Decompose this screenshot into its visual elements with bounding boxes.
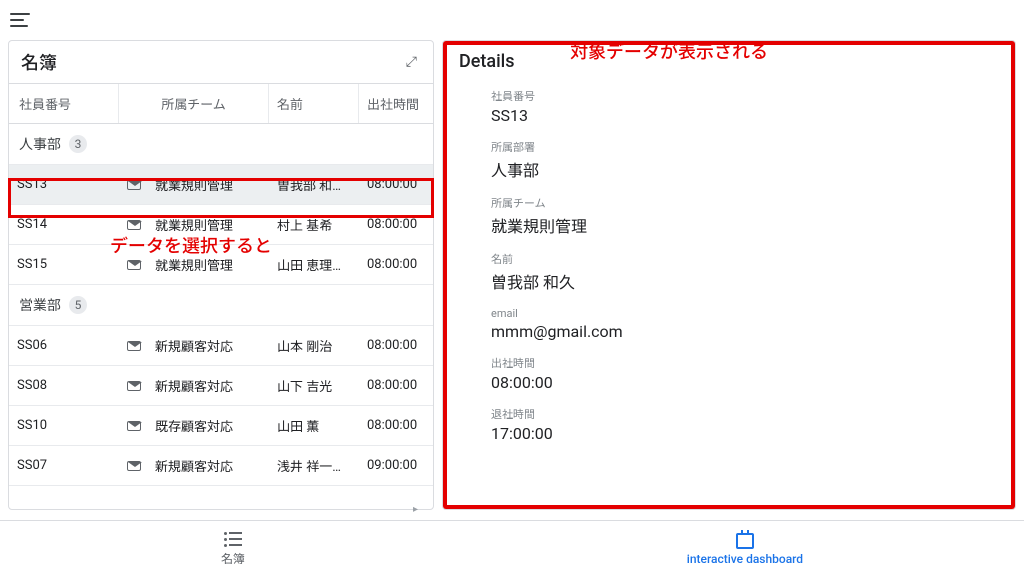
cell-team: 新規顧客対応 <box>119 366 269 405</box>
group-row[interactable]: 営業部 5 <box>9 285 433 326</box>
cell-name: 山下 吉光 <box>269 366 359 405</box>
scroll-hint-icon <box>413 497 427 507</box>
field-value: SS13 <box>491 106 999 125</box>
group-row[interactable]: 人事部 3 <box>9 124 433 165</box>
col-id[interactable]: 社員番号 <box>9 84 119 123</box>
detail-field: 退社時間 17:00:00 <box>491 406 999 443</box>
table-row[interactable]: SS15就業規則管理山田 恵理…08:00:00 <box>9 245 433 285</box>
cell-name: 山田 恵理… <box>269 245 359 284</box>
details-panel: Details 社員番号 SS13 所属部署人事部所属チーム就業規則管理名前曽我部 … <box>442 40 1016 510</box>
cell-name: 山本 剛治 <box>269 326 359 365</box>
mail-icon <box>127 220 141 230</box>
detail-field: 所属チーム就業規則管理 <box>491 195 999 237</box>
cell-time: 08:00:00 <box>359 167 433 202</box>
cell-id: SS13 <box>9 167 119 202</box>
cell-team: 新規顧客対応 <box>119 326 269 365</box>
top-bar <box>0 0 1024 40</box>
cell-team: 就業規則管理 <box>119 245 269 284</box>
field-label: 所属チーム <box>491 195 999 211</box>
table-row[interactable]: SS06新規顧客対応山本 剛治08:00:00 <box>9 326 433 366</box>
expand-icon[interactable]: ⤢ <box>402 52 421 72</box>
mail-icon <box>127 180 141 190</box>
details-fields: 社員番号 SS13 所属部署人事部所属チーム就業規則管理名前曽我部 和久 email m… <box>459 88 999 443</box>
detail-field: 所属部署人事部 <box>491 139 999 181</box>
group-count-badge: 3 <box>69 135 87 153</box>
menu-icon[interactable] <box>10 13 30 27</box>
table-row[interactable]: SS10既存顧客対応山田 薫08:00:00 <box>9 406 433 446</box>
nav-dashboard-label: interactive dashboard <box>687 552 803 566</box>
field-label: 所属部署 <box>491 139 999 155</box>
roster-panel: 名簿 ⤢ 社員番号 所属チーム 名前 出社時間 人事部3SS13就業規則管理曽我… <box>8 40 434 510</box>
cell-time: 08:00:00 <box>359 408 433 443</box>
cell-time: 08:00:00 <box>359 207 433 242</box>
cell-id: SS07 <box>9 448 119 483</box>
cell-id: SS08 <box>9 368 119 403</box>
mail-icon <box>127 381 141 391</box>
col-name[interactable]: 名前 <box>269 84 359 123</box>
cell-time: 08:00:00 <box>359 368 433 403</box>
table-row[interactable]: SS13就業規則管理曽我部 和…08:00:00 <box>9 165 433 205</box>
cell-id: SS06 <box>9 328 119 363</box>
nav-roster-label: 名簿 <box>221 550 245 567</box>
detail-field: 出社時間 08:00:00 <box>491 355 999 392</box>
column-headers: 社員番号 所属チーム 名前 出社時間 <box>9 84 433 124</box>
field-value: 人事部 <box>491 157 999 181</box>
cell-id: SS10 <box>9 408 119 443</box>
field-value: 就業規則管理 <box>491 213 999 237</box>
cell-name: 曽我部 和… <box>269 165 359 204</box>
group-count-badge: 5 <box>69 296 87 314</box>
cell-time: 08:00:00 <box>359 247 433 282</box>
cell-team: 就業規則管理 <box>119 205 269 244</box>
field-value: 08:00:00 <box>491 373 999 392</box>
field-value: 17:00:00 <box>491 424 999 443</box>
cell-name: 山田 薫 <box>269 406 359 445</box>
cell-team: 既存顧客対応 <box>119 406 269 445</box>
mail-icon <box>127 260 141 270</box>
group-label: 営業部 <box>19 295 61 315</box>
field-label: 出社時間 <box>491 355 999 371</box>
cell-name: 村上 基希 <box>269 205 359 244</box>
cell-id: SS15 <box>9 247 119 282</box>
cell-name: 浅井 祥一… <box>269 446 359 485</box>
content-area: 名簿 ⤢ 社員番号 所属チーム 名前 出社時間 人事部3SS13就業規則管理曽我… <box>0 40 1024 510</box>
field-label: email <box>491 307 999 320</box>
table-row[interactable]: SS14就業規則管理村上 基希08:00:00 <box>9 205 433 245</box>
calendar-icon <box>735 532 755 550</box>
cell-team: 新規顧客対応 <box>119 446 269 485</box>
cell-id: SS14 <box>9 207 119 242</box>
cell-time: 09:00:00 <box>359 448 433 483</box>
col-time[interactable]: 出社時間 <box>359 84 433 123</box>
detail-field: email mmm@gmail.com <box>491 307 999 341</box>
field-label: 退社時間 <box>491 406 999 422</box>
nav-roster[interactable]: 名簿 <box>221 530 245 567</box>
group-label: 人事部 <box>19 134 61 154</box>
roster-title: 名簿 <box>21 49 57 75</box>
detail-field: 社員番号 SS13 <box>491 88 999 125</box>
mail-icon <box>127 461 141 471</box>
cell-team: 就業規則管理 <box>119 165 269 204</box>
cell-time: 08:00:00 <box>359 328 433 363</box>
field-label: 名前 <box>491 251 999 267</box>
mail-icon <box>127 421 141 431</box>
nav-dashboard[interactable]: interactive dashboard <box>687 532 803 566</box>
field-value: 曽我部 和久 <box>491 269 999 293</box>
detail-field: 名前曽我部 和久 <box>491 251 999 293</box>
mail-icon <box>127 341 141 351</box>
roster-panel-header: 名簿 ⤢ <box>9 41 433 84</box>
field-label: 社員番号 <box>491 88 999 104</box>
table-row[interactable]: SS07新規顧客対応浅井 祥一…09:00:00 <box>9 446 433 486</box>
col-team[interactable]: 所属チーム <box>119 84 269 123</box>
table-row[interactable]: SS08新規顧客対応山下 吉光08:00:00 <box>9 366 433 406</box>
details-title: Details <box>459 51 999 72</box>
rows-container[interactable]: 人事部3SS13就業規則管理曽我部 和…08:00:00SS14就業規則管理村上… <box>9 124 433 509</box>
list-icon <box>223 530 243 548</box>
bottom-nav: 名簿 interactive dashboard <box>0 520 1024 576</box>
field-value: mmm@gmail.com <box>491 322 999 341</box>
